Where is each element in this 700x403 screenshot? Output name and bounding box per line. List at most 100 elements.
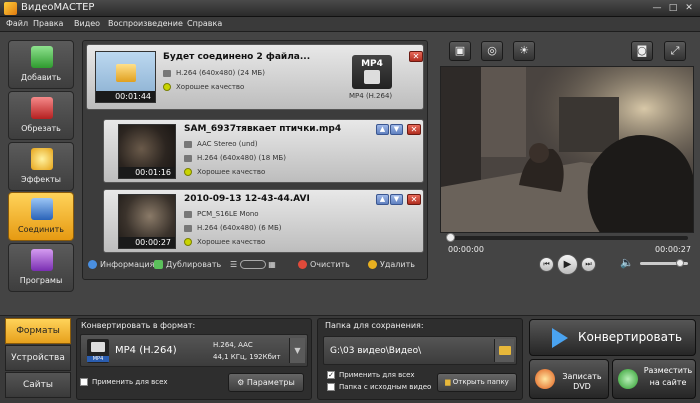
- gear-icon: ⚙: [237, 378, 245, 387]
- remove-clip-button[interactable]: ✕: [407, 194, 421, 205]
- play-button[interactable]: ▶: [557, 254, 578, 275]
- video-frame: [441, 67, 693, 232]
- duration-label: 00:01:16: [119, 167, 175, 178]
- clip-thumbnail: 00:01:16: [118, 124, 176, 179]
- format-device-icon: MP4: [87, 339, 109, 363]
- format-name: MP4 (H.264): [115, 345, 177, 356]
- menu-help[interactable]: Справка: [187, 19, 222, 28]
- view-toggle[interactable]: ☰ ▦: [230, 260, 276, 269]
- duration-label: 00:01:44: [96, 91, 155, 102]
- save-path: G:\03 видео\Видео\: [330, 346, 422, 356]
- sidebar-item-effects[interactable]: Эффекты: [8, 142, 74, 191]
- save-path-field[interactable]: G:\03 видео\Видео\: [323, 336, 517, 365]
- delete-button[interactable]: Удалить: [368, 260, 415, 269]
- delete-icon: [368, 260, 377, 269]
- tab-sites[interactable]: Сайты: [5, 372, 71, 398]
- sidebar-item-trim[interactable]: Обрезать: [8, 91, 74, 140]
- brightness-icon[interactable]: ☀: [513, 41, 535, 61]
- move-up-icon[interactable]: ▲: [376, 124, 389, 135]
- convert-button[interactable]: Конвертировать: [529, 319, 696, 356]
- next-frame-button[interactable]: ⏭: [581, 257, 596, 272]
- clip-name: SAM_6937тявкает птички.mp4: [184, 124, 342, 134]
- chevron-down-icon[interactable]: ▼: [289, 338, 305, 363]
- convert-format-label: Конвертировать в формат:: [81, 321, 196, 330]
- sidebar-item-label: Добавить: [20, 73, 62, 82]
- menu-edit[interactable]: Правка: [33, 19, 63, 28]
- previous-frame-button[interactable]: ⏮: [539, 257, 554, 272]
- format-badge[interactable]: MP4: [352, 55, 392, 89]
- publish-label-line2: на сайте: [649, 378, 687, 387]
- toggle-icon: [239, 260, 266, 269]
- source-folder-checkbox[interactable]: [327, 383, 335, 391]
- move-down-icon[interactable]: ▼: [390, 124, 403, 135]
- remove-merged-button[interactable]: ✕: [409, 51, 423, 62]
- info-button[interactable]: Информация: [88, 260, 154, 269]
- menu-playback[interactable]: Воспроизведение: [108, 19, 183, 28]
- menu-video[interactable]: Видео: [74, 19, 100, 28]
- merged-title: Будет соединено 2 файла...: [163, 52, 311, 62]
- tab-devices[interactable]: Устройства: [5, 345, 71, 371]
- seek-bar[interactable]: [446, 233, 688, 242]
- maximize-icon[interactable]: □: [666, 2, 680, 14]
- clear-icon: [298, 260, 307, 269]
- current-time: 00:00:00: [448, 245, 484, 254]
- burn-dvd-button[interactable]: Записать DVD: [529, 359, 609, 399]
- sidebar-item-label: Соединить: [18, 225, 64, 234]
- duplicate-button[interactable]: Дублировать: [154, 260, 221, 269]
- dvd-icon: [535, 369, 555, 389]
- audio-icon: [184, 210, 192, 218]
- sidebar-item-programs[interactable]: Програмы: [8, 243, 74, 292]
- audio-icon: [184, 140, 192, 148]
- seek-knob[interactable]: [446, 233, 455, 242]
- sidebar: Добавить Обрезать Эффекты Соединить Прог…: [8, 40, 76, 292]
- save-apply-all-label: Применить для всех: [339, 371, 415, 379]
- crop-icon[interactable]: ▣: [449, 41, 471, 61]
- menu-file[interactable]: Файл: [6, 19, 28, 28]
- open-folder-button[interactable]: ▆ Открыть папку: [437, 373, 517, 392]
- move-up-icon[interactable]: ▲: [376, 194, 389, 205]
- title-bar: ВидеоМАСТЕР — □ ✕: [0, 0, 700, 17]
- clip-audio-info: PCM_S16LE Mono: [184, 210, 259, 218]
- volume-slider[interactable]: [640, 259, 688, 267]
- publish-label-line1: Разместить: [643, 366, 693, 375]
- sidebar-item-add[interactable]: Добавить: [8, 40, 74, 89]
- clip-name: 2010-09-13 12-43-44.AVI: [184, 194, 310, 204]
- duplicate-icon: [154, 260, 163, 269]
- clear-button[interactable]: Очистить: [298, 260, 350, 269]
- apply-all-checkbox[interactable]: [80, 378, 88, 386]
- quality-dot-icon: [163, 83, 171, 91]
- save-apply-all-checkbox[interactable]: ✓: [327, 371, 335, 379]
- codec-line: H.264, AAC: [213, 341, 253, 349]
- publish-button[interactable]: Разместить на сайте: [612, 359, 696, 399]
- video-preview: [440, 66, 694, 233]
- parameters-button[interactable]: ⚙ Параметры: [228, 373, 304, 392]
- join-icon: [116, 64, 136, 82]
- sidebar-item-join[interactable]: Соединить: [8, 192, 74, 241]
- add-icon: [31, 46, 53, 68]
- snapshot-icon[interactable]: ◙: [631, 41, 653, 61]
- merged-output-item[interactable]: 00:01:44 Будет соединено 2 файла... H.26…: [86, 44, 424, 110]
- upload-icon: [618, 369, 638, 389]
- source-folder-label: Папка с исходным видео: [339, 383, 432, 391]
- window-title: ВидеоМАСТЕР: [21, 2, 95, 13]
- clip-video-info: H.264 (640x480) (18 МБ): [184, 154, 286, 162]
- volume-icon[interactable]: 🔈: [620, 256, 634, 269]
- fullscreen-icon[interactable]: ⤢: [664, 41, 686, 61]
- clip-audio-info: AAC Stereo (und): [184, 140, 258, 148]
- clip-quality: Хорошее качество: [184, 238, 265, 246]
- open-folder-label: Открыть папку: [452, 378, 509, 386]
- volume-knob[interactable]: [675, 259, 684, 267]
- minimize-icon[interactable]: —: [650, 2, 664, 14]
- tab-formats[interactable]: Форматы: [5, 318, 71, 344]
- move-down-icon[interactable]: ▼: [390, 194, 403, 205]
- clip-item[interactable]: 00:01:16 SAM_6937тявкает птички.mp4 AAC …: [103, 119, 424, 183]
- quality-dot-icon: [184, 238, 192, 246]
- rotate-icon[interactable]: ◎: [481, 41, 503, 61]
- file-list-panel: 00:01:44 Будет соединено 2 файла... H.26…: [82, 40, 428, 280]
- merged-video-info: H.264 (640x480) (24 МБ): [163, 69, 265, 77]
- close-icon[interactable]: ✕: [682, 2, 696, 14]
- folder-browse-icon[interactable]: [494, 339, 514, 362]
- remove-clip-button[interactable]: ✕: [407, 124, 421, 135]
- format-select[interactable]: MP4 MP4 (H.264) H.264, AAC 44,1 КГц, 192…: [80, 334, 308, 367]
- clip-item[interactable]: 00:00:27 2010-09-13 12-43-44.AVI PCM_S16…: [103, 189, 424, 253]
